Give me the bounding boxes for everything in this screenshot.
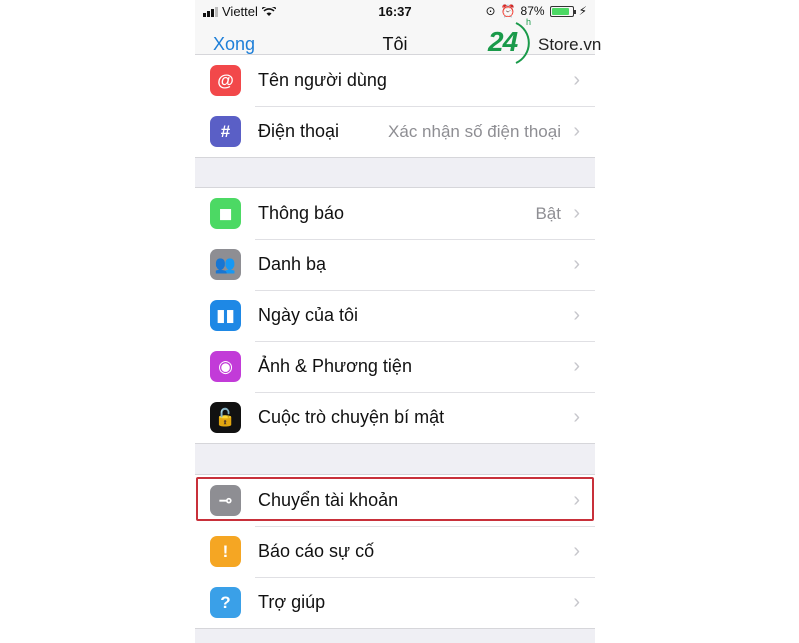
alert-icon: !: [210, 536, 241, 567]
settings-row-contacts[interactable]: 👥 Danh bạ ›: [195, 239, 595, 290]
settings-group-preferences: ◼ Thông báo Bật › 👥 Danh bạ › ▮▮ Ngày của tôi › ◉ Ả…: [195, 187, 595, 444]
camera-icon: ◉: [210, 351, 241, 382]
settings-row-alert[interactable]: ! Báo cáo sự cố ›: [195, 526, 595, 577]
settings-row-lock[interactable]: 🔓 Cuộc trò chuyện bí mật ›: [195, 392, 595, 443]
chevron-right-icon: ›: [573, 591, 580, 613]
settings-row-hash[interactable]: # Điện thoại Xác nhận số điện thoại ›: [195, 106, 595, 157]
settings-row-label: Trợ giúp: [258, 592, 326, 612]
chevron-right-icon: ›: [573, 355, 580, 377]
settings-row-my-day[interactable]: ▮▮ Ngày của tôi ›: [195, 290, 595, 341]
settings-row-label: Thông báo: [258, 203, 345, 223]
watermark-store: Store.vn: [538, 35, 602, 54]
settings-row-label: Ngày của tôi: [258, 305, 359, 325]
settings-row-notification[interactable]: ◼ Thông báo Bật ›: [195, 188, 595, 239]
chevron-right-icon: ›: [573, 540, 580, 562]
alarm-icon: ⏰: [500, 4, 516, 18]
help-icon: ?: [210, 587, 241, 618]
watermark-logo: 24 h Store.vn: [488, 17, 602, 73]
settings-row-label: Cuộc trò chuyện bí mật: [258, 407, 445, 427]
chevron-right-icon: ›: [573, 253, 580, 275]
battery-percent: 87%: [520, 4, 545, 18]
settings-row-label: Báo cáo sự cố: [258, 541, 375, 561]
contacts-icon: 👥: [210, 249, 241, 280]
settings-row-value: Xác nhận số điện thoại: [388, 122, 561, 141]
battery-icon: [549, 5, 576, 17]
chevron-right-icon: ›: [573, 120, 580, 142]
charging-icon: ⚡: [578, 4, 587, 18]
rotation-lock-icon: ⊙: [485, 4, 496, 18]
settings-row-label: Điện thoại: [258, 121, 340, 141]
settings-row-camera[interactable]: ◉ Ảnh & Phương tiện ›: [195, 341, 595, 392]
settings-row-label: Tên người dùng: [258, 70, 387, 90]
status-right: ⊙ ⏰ 87% ⚡: [486, 4, 587, 18]
at-sign-icon: @: [210, 65, 241, 96]
chevron-right-icon: ›: [573, 304, 580, 326]
messenger-settings-screen: Viettel 16:37 ⊙ ⏰ 87% ⚡ Xong Tôi @ Tên ng…: [195, 0, 595, 643]
settings-row-label: Ảnh & Phương tiện: [258, 356, 412, 376]
chevron-right-icon: ›: [573, 406, 580, 428]
notification-icon: ◼: [210, 198, 241, 229]
settings-row-label: Danh bạ: [258, 254, 327, 274]
settings-row-value: Bật: [535, 204, 561, 223]
lock-icon: 🔓: [210, 402, 241, 433]
highlight-box: [196, 477, 594, 521]
settings-row-help[interactable]: ? Trợ giúp ›: [195, 577, 595, 628]
watermark-superscript: h: [526, 17, 532, 27]
my-day-icon: ▮▮: [210, 300, 241, 331]
watermark-number: 24: [488, 26, 518, 57]
chevron-right-icon: ›: [573, 202, 580, 224]
hash-icon: #: [210, 116, 241, 147]
